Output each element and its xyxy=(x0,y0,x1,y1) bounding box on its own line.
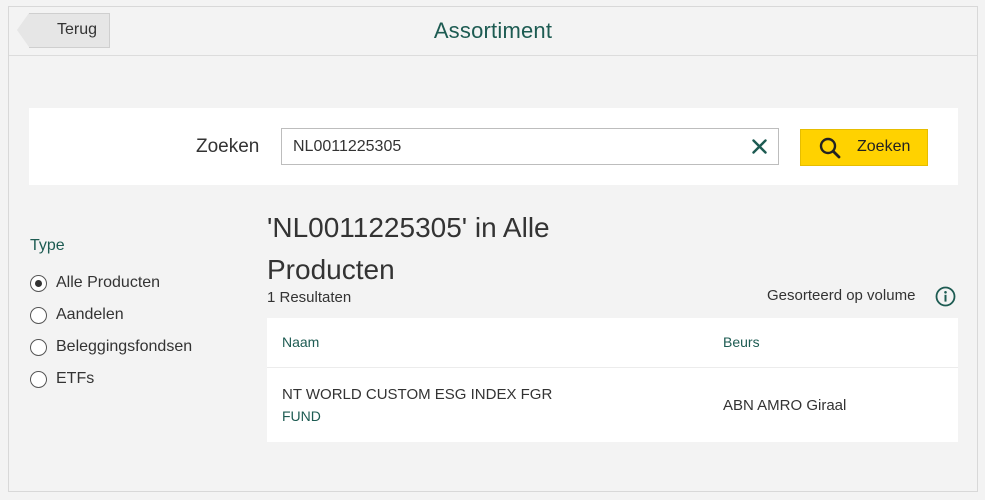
search-button-label: Zoeken xyxy=(857,138,911,155)
search-field xyxy=(281,128,779,165)
radio-button[interactable] xyxy=(30,307,47,324)
column-header-name[interactable]: Naam xyxy=(282,334,319,350)
results-table: Naam Beurs NT WORLD CUSTOM ESG INDEX FGR… xyxy=(267,318,958,442)
info-icon[interactable] xyxy=(935,286,956,307)
filter-option-label: Aandelen xyxy=(56,306,124,323)
filter-option-label: Alle Producten xyxy=(56,274,161,291)
filter-title: Type xyxy=(30,237,65,254)
product-name: NT WORLD CUSTOM ESG INDEX FGR xyxy=(282,386,553,403)
app-frame: Terug Assortiment Zoeken Zoeken Type All… xyxy=(8,6,978,492)
search-label: Zoeken xyxy=(196,136,260,157)
filter-option-label: ETFs xyxy=(56,370,95,387)
column-header-exchange[interactable]: Beurs xyxy=(723,334,760,350)
search-panel: Zoeken Zoeken xyxy=(29,108,958,185)
product-exchange: ABN AMRO Giraal xyxy=(723,397,847,414)
search-input[interactable] xyxy=(282,129,778,164)
clear-icon[interactable] xyxy=(751,138,768,155)
radio-button[interactable] xyxy=(30,275,47,292)
results-count: 1 Resultaten xyxy=(267,289,352,306)
results-title: 'NL0011225305' in Alle Producten xyxy=(267,212,550,285)
product-type: FUND xyxy=(282,408,321,424)
sort-label: Gesorteerd op volume xyxy=(767,287,916,304)
search-button[interactable]: Zoeken xyxy=(800,129,928,166)
header: Terug Assortiment xyxy=(9,7,977,56)
table-row[interactable]: NT WORLD CUSTOM ESG INDEX FGR FUND ABN A… xyxy=(267,369,958,442)
table-header: Naam Beurs xyxy=(267,318,958,368)
page-title: Assortiment xyxy=(433,18,553,43)
radio-button[interactable] xyxy=(30,371,47,388)
search-icon xyxy=(819,137,841,159)
filter-option-label: Beleggingsfondsen xyxy=(56,338,193,355)
radio-button[interactable] xyxy=(30,339,47,356)
